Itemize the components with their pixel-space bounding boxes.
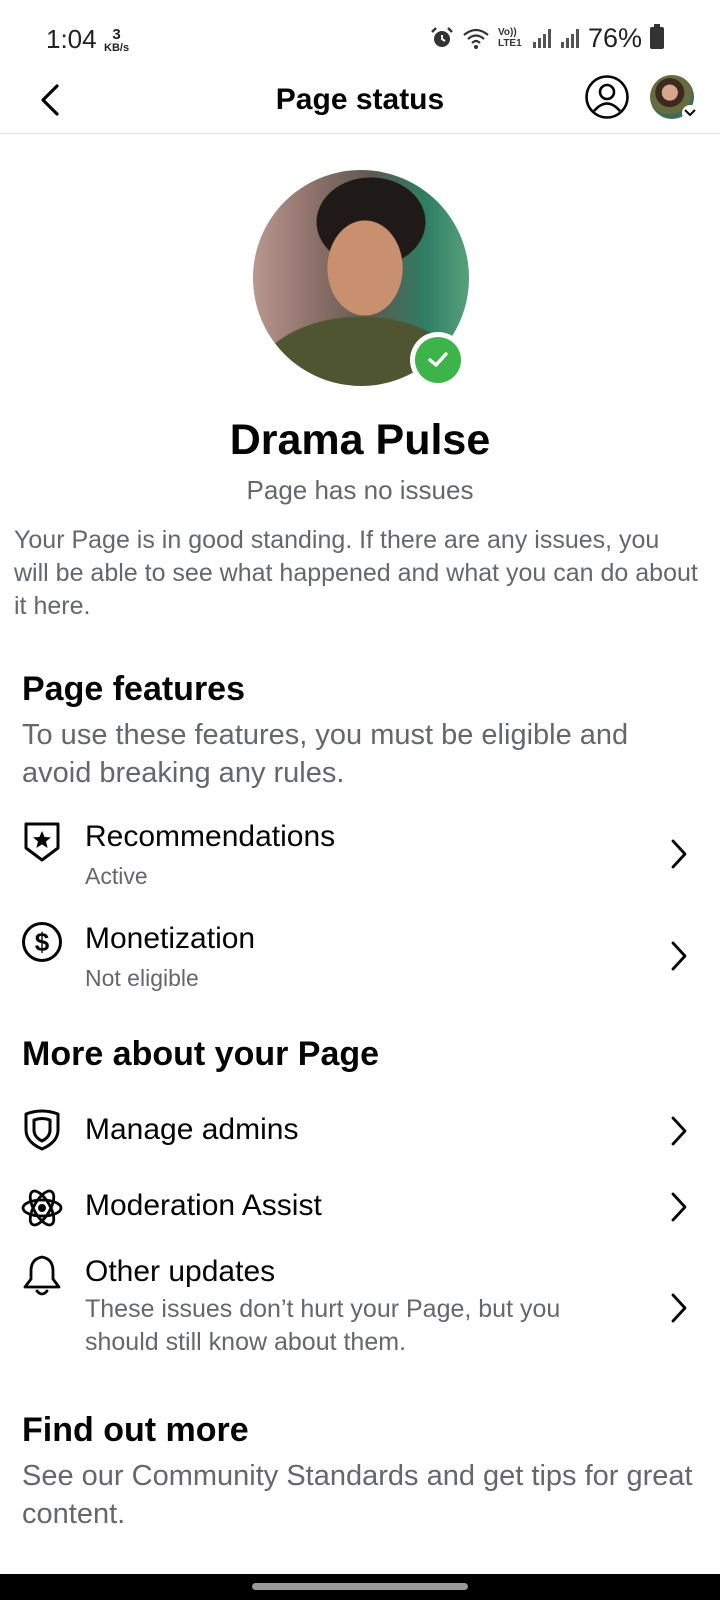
section-title-find-out-more: Find out more (22, 1411, 249, 1449)
chevron-right-icon (664, 834, 694, 874)
page-status-description: Your Page is in good standing. If there … (14, 526, 698, 620)
chevron-down-icon (682, 105, 698, 121)
network-speed-value: 3 (112, 26, 121, 43)
home-gesture-handle[interactable] (252, 1583, 468, 1590)
list-item-monetization[interactable]: $ Monetization Not eligible (0, 916, 720, 1000)
shield-icon (20, 1108, 64, 1152)
monetization-status: Not eligible (85, 965, 199, 991)
page-status-text: Page has no issues (246, 475, 474, 505)
system-navigation-bar (0, 1574, 720, 1600)
signal-icon-1 (532, 29, 551, 48)
chevron-right-icon (664, 1187, 694, 1227)
monetization-label: Monetization (85, 922, 256, 955)
atom-icon (20, 1186, 64, 1230)
status-time: 1:04 (46, 24, 97, 54)
list-item-other-updates[interactable]: Other updates These issues don’t hurt yo… (0, 1252, 720, 1382)
list-item-manage-admins[interactable]: Manage admins (0, 1104, 720, 1164)
section-title-more-about: More about your Page (22, 1035, 380, 1073)
section-subtitle-page-features: To use these features, you must be eligi… (22, 719, 629, 789)
dollar-circle-icon: $ (20, 920, 64, 964)
alarm-icon (431, 27, 453, 47)
svg-text:$: $ (35, 927, 50, 957)
battery-percent: 76% (587, 22, 642, 53)
battery-icon (650, 24, 664, 49)
chevron-right-icon (664, 936, 694, 976)
status-bar: 1:04 3 KB/s Vo)) LTE1 76% (0, 0, 720, 72)
app-header: Page status (0, 72, 720, 134)
moderation-assist-label: Moderation Assist (85, 1189, 322, 1222)
find-out-more-description[interactable]: See our Community Standards and get tips… (22, 1457, 700, 1533)
signal-icon-2 (560, 29, 579, 48)
wifi-icon (463, 28, 489, 49)
shield-star-icon (20, 820, 64, 864)
network-speed-unit: KB/s (104, 42, 130, 54)
page-name: Drama Pulse (229, 416, 491, 464)
list-item-moderation-assist[interactable]: Moderation Assist (0, 1180, 720, 1240)
checkmark-icon (428, 352, 448, 367)
recommendations-status: Active (85, 863, 148, 889)
verified-badge (410, 332, 466, 388)
manage-admins-label: Manage admins (85, 1113, 299, 1146)
list-item-recommendations[interactable]: Recommendations Active (0, 814, 720, 898)
chevron-right-icon (664, 1288, 694, 1328)
recommendations-label: Recommendations (85, 820, 336, 853)
other-updates-description: These issues don’t hurt your Page, but y… (85, 1295, 561, 1356)
profile-button[interactable] (584, 74, 630, 120)
other-updates-label: Other updates (85, 1255, 276, 1288)
section-title-page-features: Page features (22, 670, 245, 708)
status-icons: Vo)) LTE1 76% (430, 22, 664, 54)
page-switcher-button[interactable] (650, 75, 698, 121)
chevron-right-icon (664, 1111, 694, 1151)
lte-label: Vo)) LTE1 (497, 27, 522, 49)
person-circle-icon (585, 75, 629, 119)
network-speed: 3 KB/s (104, 26, 130, 54)
bell-icon (20, 1254, 64, 1298)
